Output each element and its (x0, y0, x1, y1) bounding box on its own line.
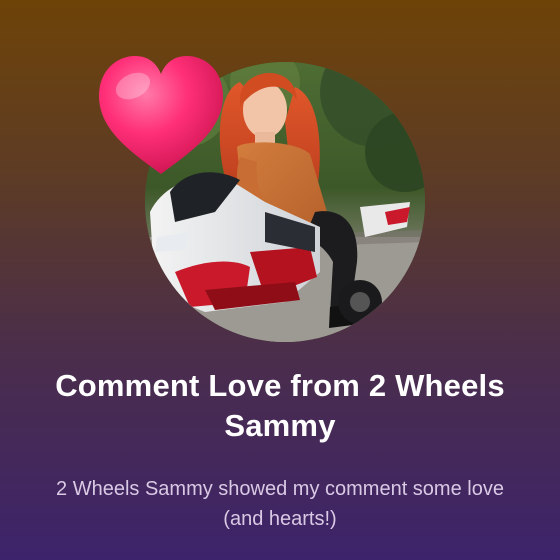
comment-love-card: Comment Love from 2 Wheels Sammy 2 Wheel… (0, 0, 560, 560)
heart-icon (95, 52, 227, 180)
notification-title: Comment Love from 2 Wheels Sammy (55, 368, 505, 443)
notification-subtitle: 2 Wheels Sammy showed my comment some lo… (56, 478, 504, 530)
